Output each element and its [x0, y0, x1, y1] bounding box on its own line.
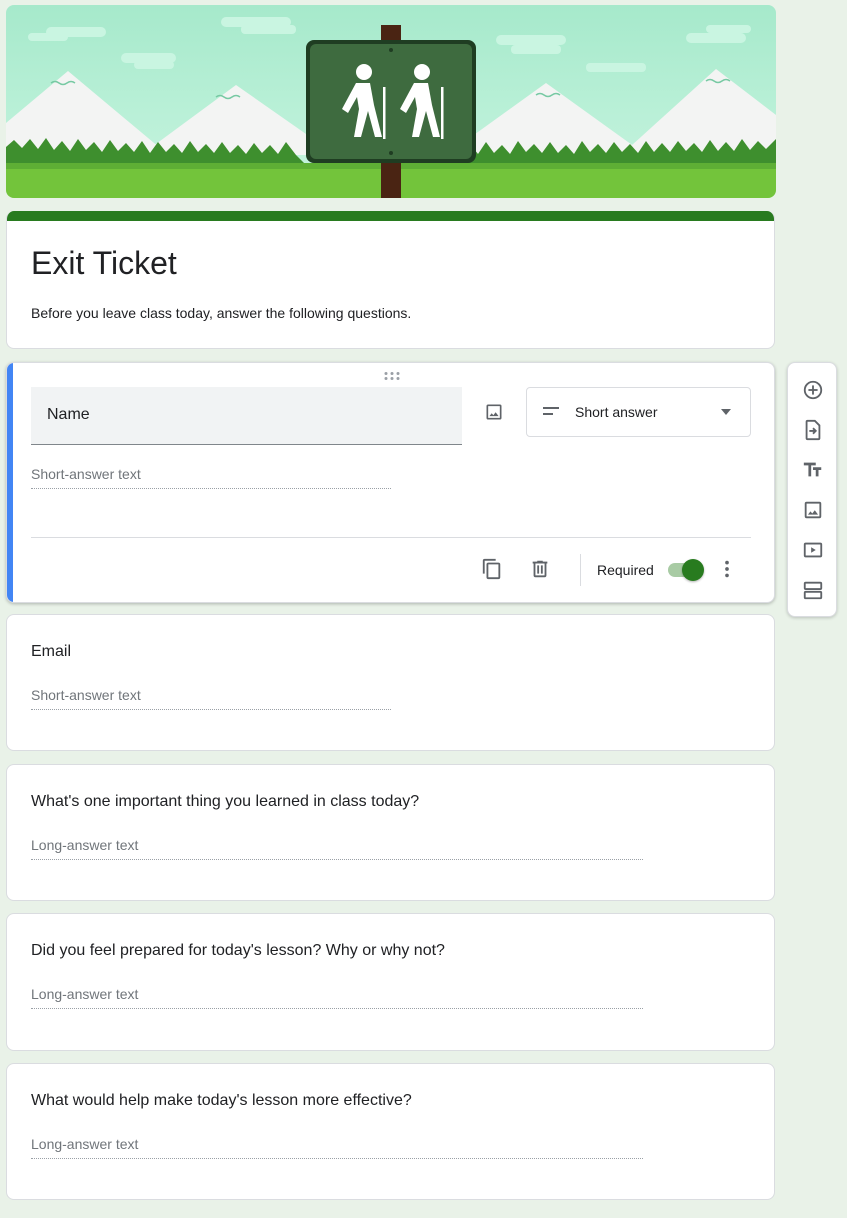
add-section-icon — [803, 581, 823, 600]
question-card[interactable]: Email Short-answer text — [6, 614, 775, 751]
long-answer-preview: Long-answer text — [31, 1136, 643, 1159]
image-icon — [486, 404, 502, 420]
add-title-icon — [803, 462, 822, 477]
add-image-toolbar-button[interactable] — [800, 497, 826, 523]
question-title[interactable]: What would help make today's lesson more… — [31, 1092, 412, 1110]
header-banner — [6, 5, 776, 198]
question-card-active[interactable]: Name Short answer Short-answer text Requ… — [6, 362, 775, 603]
drag-handle-icon[interactable] — [383, 371, 401, 381]
add-image-button[interactable] — [481, 399, 507, 425]
question-title[interactable]: Email — [31, 643, 71, 661]
question-title-text: Name — [47, 406, 90, 423]
long-answer-preview: Long-answer text — [31, 837, 643, 860]
more-options-button[interactable] — [715, 557, 739, 581]
question-title[interactable]: Did you feel prepared for today's lesson… — [31, 942, 445, 960]
floating-toolbar — [787, 362, 837, 617]
question-type-dropdown[interactable]: Short answer — [526, 387, 751, 437]
question-title-input[interactable]: Name — [31, 387, 462, 445]
card-footer-divider — [31, 537, 751, 538]
question-title[interactable]: What's one important thing you learned i… — [31, 793, 419, 811]
form-title[interactable]: Exit Ticket — [31, 245, 177, 282]
banner-illustration — [6, 17, 776, 198]
import-questions-button[interactable] — [800, 417, 826, 443]
footer-separator — [580, 554, 581, 586]
more-vert-icon — [725, 560, 729, 578]
chevron-down-icon — [721, 409, 731, 415]
add-question-icon — [803, 380, 823, 400]
import-questions-icon — [805, 419, 821, 441]
question-type-label: Short answer — [575, 404, 658, 420]
active-indicator-bar — [7, 363, 13, 602]
add-section-button[interactable] — [800, 577, 826, 603]
form-description[interactable]: Before you leave class today, answer the… — [31, 305, 411, 321]
short-answer-preview: Short-answer text — [31, 687, 391, 710]
delete-button[interactable] — [528, 557, 552, 581]
short-text-icon — [543, 407, 559, 415]
required-label: Required — [597, 562, 654, 578]
question-card[interactable]: What's one important thing you learned i… — [6, 764, 775, 901]
theme-accent-bar — [7, 211, 774, 221]
long-answer-preview: Long-answer text — [31, 986, 643, 1009]
question-card[interactable]: Did you feel prepared for today's lesson… — [6, 913, 775, 1051]
form-title-card[interactable]: Exit Ticket Before you leave class today… — [6, 211, 775, 349]
question-card[interactable]: What would help make today's lesson more… — [6, 1063, 775, 1200]
add-image-icon — [804, 501, 822, 519]
trash-icon — [532, 560, 548, 578]
copy-icon — [482, 558, 501, 580]
duplicate-button[interactable] — [480, 557, 504, 581]
add-video-button[interactable] — [800, 537, 826, 563]
toggle-thumb — [682, 559, 704, 581]
add-video-icon — [803, 542, 823, 558]
short-answer-preview: Short-answer text — [31, 466, 391, 489]
add-question-button[interactable] — [800, 377, 826, 403]
add-title-button[interactable] — [800, 457, 826, 483]
required-toggle[interactable] — [666, 559, 704, 581]
